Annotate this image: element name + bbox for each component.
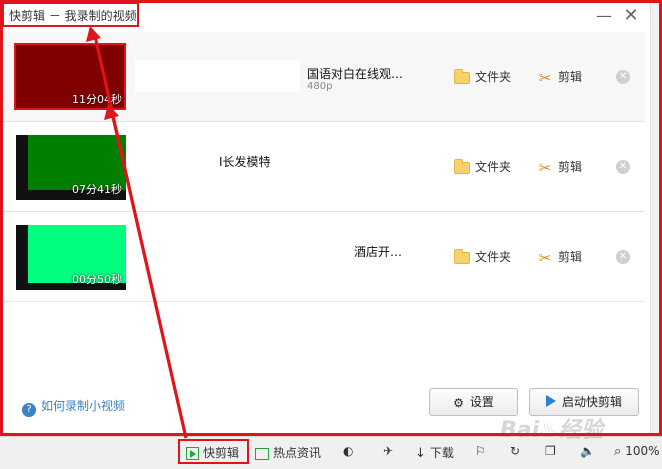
delete-icon[interactable]: ✕	[616, 70, 630, 84]
scrollbar[interactable]	[650, 0, 662, 436]
question-icon: ?	[22, 403, 36, 417]
download-icon: ↓	[415, 446, 426, 461]
minimize-button[interactable]: —	[593, 5, 615, 27]
browser-icon[interactable]: ◐	[343, 444, 353, 458]
video-row[interactable]: 00分50秒 酒店开… 文件夹 ✂ 剪辑 ✕	[2, 212, 645, 302]
edit-button[interactable]: ✂ 剪辑	[537, 158, 582, 176]
flag-icon[interactable]: ⚐	[475, 444, 486, 458]
zoom-control[interactable]: ⌕ 100%	[614, 444, 660, 459]
video-thumbnail[interactable]: 07分41秒	[16, 135, 126, 200]
video-duration: 11分04秒	[72, 93, 122, 106]
video-thumbnail[interactable]: 11分04秒	[16, 45, 126, 110]
magnifier-icon: ⌕	[614, 444, 622, 459]
video-duration: 07分41秒	[72, 183, 122, 196]
taskbar-quick-edit[interactable]: 快剪辑	[186, 444, 239, 461]
folder-icon	[454, 68, 470, 84]
folder-icon	[454, 248, 470, 264]
scissors-icon: ✂	[538, 158, 552, 177]
open-folder-button[interactable]: 文件夹	[454, 248, 511, 265]
scissors-icon: ✂	[538, 68, 552, 87]
open-folder-button[interactable]: 文件夹	[454, 68, 511, 85]
close-button[interactable]: ✕	[620, 5, 642, 27]
gear-icon: ⚙	[453, 396, 464, 410]
volume-icon[interactable]: 🔈	[580, 444, 595, 458]
video-title: I长发模特	[219, 155, 271, 169]
news-icon	[255, 447, 269, 460]
dialog-footer: ? 如何录制小视频 ⚙ 设置 启动快剪辑	[2, 379, 645, 429]
video-row[interactable]: 11分04秒 国语对白在线观… 480p 文件夹 ✂ 剪辑 ✕	[2, 32, 645, 122]
open-folder-button[interactable]: 文件夹	[454, 158, 511, 175]
edit-button[interactable]: ✂ 剪辑	[537, 68, 582, 86]
edit-button[interactable]: ✂ 剪辑	[537, 248, 582, 266]
folder-icon	[454, 158, 470, 174]
play-icon	[186, 447, 199, 460]
taskbar-hot-news[interactable]: 热点资讯	[255, 444, 321, 461]
play-icon	[545, 395, 556, 407]
redacted-area	[135, 60, 300, 92]
video-title: 国语对白在线观…	[307, 67, 404, 81]
window-title: 快剪辑 － 我录制的视频	[9, 9, 137, 23]
download-button[interactable]: ↓ 下载	[415, 444, 454, 461]
video-resolution: 480p	[307, 81, 333, 92]
video-title: 酒店开…	[354, 245, 403, 259]
settings-button[interactable]: ⚙ 设置	[429, 388, 518, 416]
refresh-icon[interactable]: ↻	[510, 444, 520, 458]
taskbar: 快剪辑 热点资讯 ◐ ✈ ↓ 下载 ⚐ ↻ ❐ 🔈 ⌕ 100%	[0, 436, 662, 469]
titlebar: 快剪辑 － 我录制的视频 — ✕	[1, 1, 650, 31]
recorded-videos-dialog: 快剪辑 － 我录制的视频 — ✕ 11分04秒 国语对白在线观… 480p 文件…	[0, 0, 651, 436]
help-link[interactable]: ? 如何录制小视频	[22, 397, 125, 417]
video-thumbnail[interactable]: 00分50秒	[16, 225, 126, 290]
video-duration: 00分50秒	[72, 273, 122, 286]
pin-icon[interactable]: ✈	[383, 444, 393, 458]
delete-icon[interactable]: ✕	[616, 250, 630, 264]
launch-editor-button[interactable]: 启动快剪辑	[529, 388, 639, 416]
video-row[interactable]: 07分41秒 I长发模特 文件夹 ✂ 剪辑 ✕	[2, 122, 645, 212]
delete-icon[interactable]: ✕	[616, 160, 630, 174]
window-icon[interactable]: ❐	[545, 444, 556, 458]
scissors-icon: ✂	[538, 248, 552, 267]
